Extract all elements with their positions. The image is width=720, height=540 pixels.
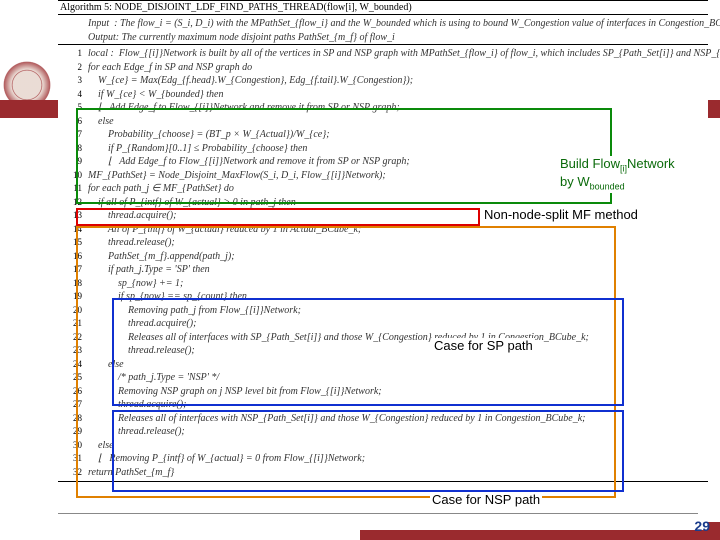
page-number: 29 xyxy=(694,518,710,534)
footer-rule xyxy=(58,513,698,514)
algorithm-input: Input : The flow_i = (S_i, D_i) with the… xyxy=(88,17,720,31)
label-mf: Non-node-split MF method xyxy=(482,207,640,223)
box-sp-path xyxy=(112,298,624,406)
box-build-flow xyxy=(76,108,612,204)
label-nsp: Case for NSP path xyxy=(430,492,542,508)
label-sp: Case for SP path xyxy=(432,338,535,354)
box-nsp-path xyxy=(112,410,624,492)
algorithm-title: Algorithm 5: NODE_DISJOINT_LDF_FIND_PATH… xyxy=(58,0,708,15)
algorithm-output: Output: The currently maximum node disjo… xyxy=(88,31,706,45)
label-build-flow: Build Flow[i]Network by Wbounded xyxy=(558,156,720,193)
box-mf-method xyxy=(76,208,480,226)
